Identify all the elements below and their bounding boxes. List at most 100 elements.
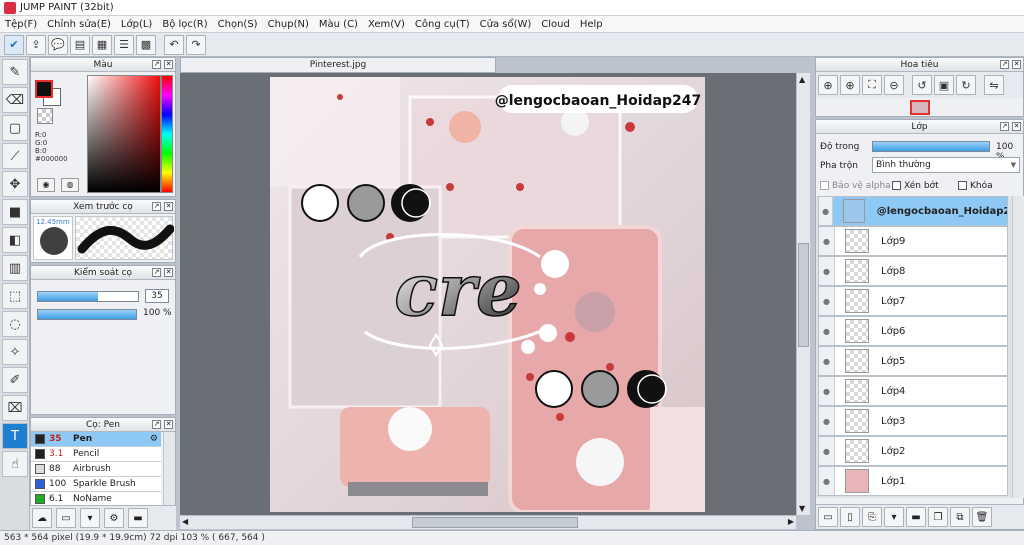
close-icon[interactable]: ✕ <box>164 420 173 429</box>
rectangle-tool-icon[interactable]: ▢ <box>2 115 28 141</box>
transparent-color[interactable] <box>37 108 53 124</box>
hand-tool-icon[interactable]: ☝ <box>2 451 28 477</box>
gradient-tool-icon[interactable]: ▥ <box>2 255 28 281</box>
float-icon[interactable]: ↗ <box>152 202 161 211</box>
export-icon[interactable]: ⇪ <box>26 34 46 55</box>
close-icon[interactable]: ✕ <box>1012 122 1021 131</box>
move-tool-icon[interactable]: ✥ <box>2 171 28 197</box>
folder-icon[interactable]: ▬ <box>128 508 148 528</box>
layer-row[interactable]: ● Lớp6 <box>818 316 1008 346</box>
delete-layer-icon[interactable]: 🗑 <box>972 507 992 527</box>
new-brush-icon[interactable]: ▭ <box>56 508 76 528</box>
scroll-down-icon[interactable]: ▼ <box>799 504 805 513</box>
brush-list-scrollbar[interactable] <box>163 432 175 506</box>
document-tab[interactable]: Pinterest.jpg <box>180 57 496 73</box>
menu-window[interactable]: Cửa sổ(W) <box>475 19 537 30</box>
canvas-artwork[interactable]: @lengocbaoan_Hoidap247 cre <box>270 77 705 512</box>
menu-tools[interactable]: Công cụ(T) <box>410 19 475 30</box>
scroll-up-icon[interactable]: ▲ <box>799 75 805 84</box>
merge-icon[interactable]: ⧉ <box>950 507 970 527</box>
duplicate-icon[interactable]: ❐ <box>928 507 948 527</box>
zoom-in-icon[interactable]: ⊕ <box>818 75 838 95</box>
select-pen-tool-icon[interactable]: ✐ <box>2 367 28 393</box>
magic-wand-tool-icon[interactable]: ✧ <box>2 339 28 365</box>
layer-row[interactable]: ● Lớp4 <box>818 376 1008 406</box>
visibility-icon[interactable]: ● <box>819 467 835 495</box>
scroll-left-icon[interactable]: ◀ <box>182 517 188 526</box>
board-icon[interactable]: ▤ <box>70 34 90 55</box>
menu-color[interactable]: Màu (C) <box>314 19 363 30</box>
close-icon[interactable]: ✕ <box>1012 60 1021 69</box>
clipping-checkbox[interactable]: Xén bớt <box>892 181 939 191</box>
flip-icon[interactable]: ⇋ <box>984 75 1004 95</box>
visibility-icon[interactable]: ● <box>819 347 835 375</box>
saturation-value-picker[interactable] <box>87 75 161 193</box>
palette-icon[interactable]: ◉ <box>37 178 55 192</box>
new-layer-icon[interactable]: ▭ <box>818 507 838 527</box>
layer-row[interactable]: ● Lớp8 <box>818 256 1008 286</box>
list-icon[interactable]: ☰ <box>114 34 134 55</box>
cloud-brush-icon[interactable]: ☁ <box>32 508 52 528</box>
menu-layer[interactable]: Lớp(L) <box>116 19 157 30</box>
menu-filter[interactable]: Bộ lọc(R) <box>157 19 212 30</box>
float-icon[interactable]: ↗ <box>152 60 161 69</box>
visibility-icon[interactable]: ● <box>819 197 834 225</box>
horizontal-scroll-thumb[interactable] <box>412 517 578 528</box>
layer-row[interactable]: ● @lengocbaoan_Hoidap247 <box>818 196 1008 226</box>
brush-size-input[interactable]: 35 <box>145 289 169 303</box>
layer-opacity-slider[interactable] <box>872 141 990 152</box>
copy-layer-icon[interactable]: ⎘ <box>862 507 882 527</box>
zoom-in-2-icon[interactable]: ⊕ <box>840 75 860 95</box>
float-icon[interactable]: ↗ <box>1000 122 1009 131</box>
brush-menu-icon[interactable]: ▾ <box>80 508 100 528</box>
rotate-right-icon[interactable]: ↻ <box>956 75 976 95</box>
swatches-icon[interactable]: ◍ <box>61 178 79 192</box>
visibility-icon[interactable]: ● <box>819 407 835 435</box>
eraser-tool-icon[interactable]: ⌫ <box>2 87 28 113</box>
layer-row[interactable]: ● Lớp5 <box>818 346 1008 376</box>
protect-alpha-checkbox[interactable]: Bảo vệ alpha <box>820 181 891 191</box>
menu-edit[interactable]: Chỉnh sửa(E) <box>42 19 116 30</box>
layer-row[interactable]: ● Lớp1 <box>818 466 1008 496</box>
visibility-icon[interactable]: ● <box>819 257 835 285</box>
float-icon[interactable]: ↗ <box>152 420 161 429</box>
close-icon[interactable]: ✕ <box>164 60 173 69</box>
layer-row[interactable]: ● Lớp7 <box>818 286 1008 316</box>
blend-mode-select[interactable]: Bình thường ▼ <box>872 157 1020 173</box>
visibility-icon[interactable]: ● <box>819 227 835 255</box>
zoom-out-icon[interactable]: ⊖ <box>884 75 904 95</box>
chat-icon[interactable]: 💬 <box>48 34 68 55</box>
foreground-color[interactable] <box>35 80 53 98</box>
menu-select[interactable]: Chọn(S) <box>213 19 263 30</box>
layer-row[interactable]: ● Lớp9 <box>818 226 1008 256</box>
brush-item[interactable]: 88 Airbrush <box>31 462 161 477</box>
brush-opacity-slider[interactable] <box>37 309 137 320</box>
brush-item[interactable]: 3.1 Pencil <box>31 447 161 462</box>
vertical-scroll-thumb[interactable] <box>798 243 809 347</box>
select-rect-tool-icon[interactable]: ⬚ <box>2 283 28 309</box>
menu-view[interactable]: Xem(V) <box>363 19 410 30</box>
fit-icon[interactable]: ⛶ <box>862 75 882 95</box>
fg-bg-swatch[interactable] <box>35 80 61 106</box>
brush-tool-icon[interactable]: ✎ <box>2 59 28 85</box>
brush-settings-icon[interactable]: ⚙ <box>104 508 124 528</box>
menu-help[interactable]: Help <box>575 19 608 30</box>
rotate-left-icon[interactable]: ↺ <box>912 75 932 95</box>
layer-row[interactable]: ● Lớp2 <box>818 436 1008 466</box>
reset-icon[interactable]: ▣ <box>934 75 954 95</box>
check-icon[interactable]: ✔ <box>4 34 24 55</box>
menu-capture[interactable]: Chụp(N) <box>263 19 314 30</box>
document-icon[interactable]: ▦ <box>92 34 112 55</box>
close-icon[interactable]: ✕ <box>164 268 173 277</box>
folder-icon[interactable]: ▬ <box>906 507 926 527</box>
float-icon[interactable]: ↗ <box>152 268 161 277</box>
gear-icon[interactable]: ⚙ <box>150 434 158 444</box>
bucket-tool-icon[interactable]: ◧ <box>2 227 28 253</box>
line-tool-icon[interactable]: ⟋ <box>2 143 28 169</box>
menu-cloud[interactable]: Cloud <box>536 19 575 30</box>
navigator-thumbnail[interactable] <box>910 100 930 115</box>
undo-icon[interactable]: ↶ <box>164 34 184 55</box>
new-layer-set-icon[interactable]: ▯ <box>840 507 860 527</box>
fill-rect-tool-icon[interactable]: ■ <box>2 199 28 225</box>
lock-checkbox[interactable]: Khóa <box>958 181 993 191</box>
